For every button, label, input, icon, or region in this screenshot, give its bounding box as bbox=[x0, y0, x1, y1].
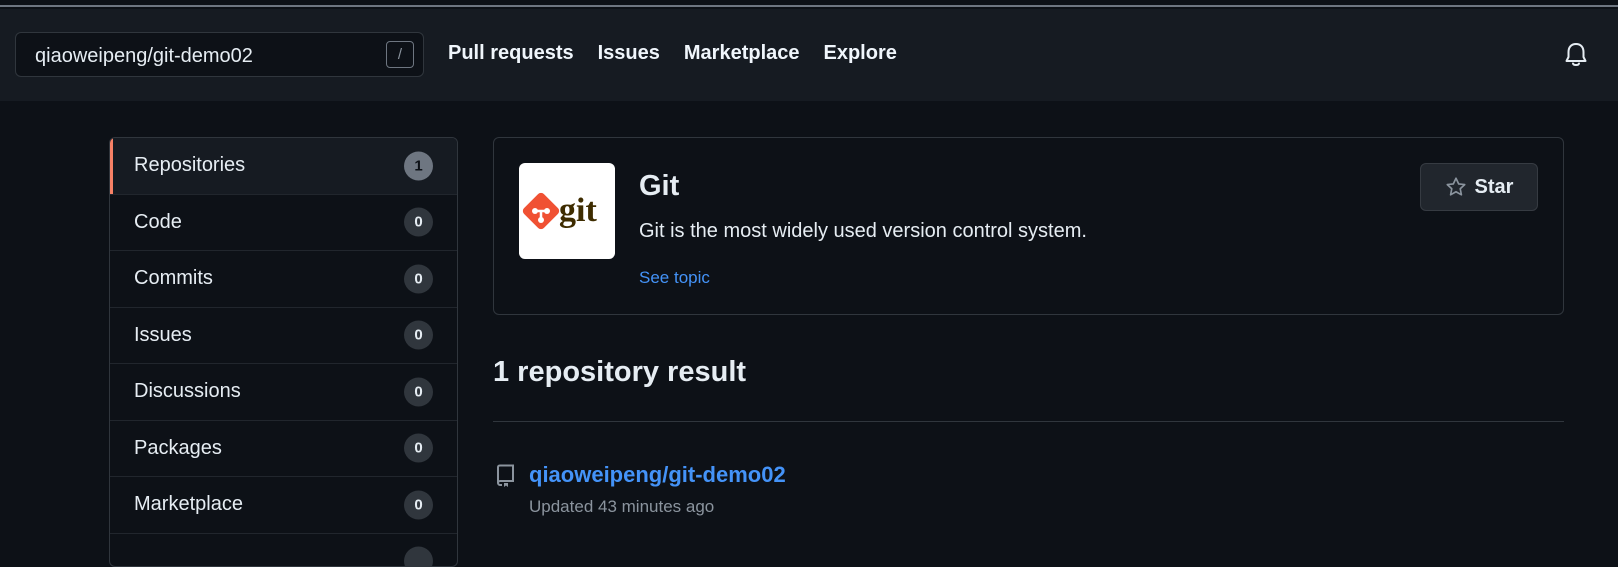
filter-marketplace[interactable]: Marketplace 0 bbox=[110, 477, 457, 534]
filter-label: Discussions bbox=[134, 380, 241, 403]
git-logo-icon: git bbox=[519, 163, 615, 259]
filter-label: Repositories bbox=[134, 154, 245, 177]
filter-count: 1 bbox=[404, 151, 433, 180]
star-label: Star bbox=[1475, 176, 1514, 199]
filter-count: 0 bbox=[404, 208, 433, 237]
nav-issues[interactable]: Issues bbox=[598, 42, 660, 65]
see-topic-link[interactable]: See topic bbox=[639, 268, 710, 288]
filter-count: 0 bbox=[404, 377, 433, 406]
results-summary: 1 repository result bbox=[493, 356, 746, 389]
filter-repositories[interactable]: Repositories 1 bbox=[110, 138, 457, 195]
filter-label: Code bbox=[134, 211, 182, 234]
svg-text:git: git bbox=[559, 192, 597, 229]
results-divider bbox=[493, 421, 1564, 422]
star-icon bbox=[1445, 176, 1467, 198]
topic-card: git Git Git is the most widely used vers… bbox=[493, 137, 1564, 315]
topic-title: Git bbox=[639, 170, 679, 203]
repo-updated-time: Updated 43 minutes ago bbox=[529, 497, 714, 517]
star-button[interactable]: Star bbox=[1420, 163, 1538, 211]
nav-explore[interactable]: Explore bbox=[824, 42, 897, 65]
nav-pull-requests[interactable]: Pull requests bbox=[448, 42, 574, 65]
filter-issues[interactable]: Issues 0 bbox=[110, 308, 457, 365]
filter-discussions[interactable]: Discussions 0 bbox=[110, 364, 457, 421]
search-value[interactable]: qiaoweipeng/git-demo02 bbox=[35, 45, 253, 68]
global-nav: Pull requests Issues Marketplace Explore bbox=[448, 42, 897, 65]
search-input[interactable]: qiaoweipeng/git-demo02 / bbox=[15, 32, 424, 77]
filter-label: Packages bbox=[134, 437, 222, 460]
filter-code[interactable]: Code 0 bbox=[110, 195, 457, 252]
global-header: qiaoweipeng/git-demo02 / Pull requests I… bbox=[0, 9, 1618, 101]
filter-label: Issues bbox=[134, 324, 192, 347]
filter-commits[interactable]: Commits 0 bbox=[110, 251, 457, 308]
nav-marketplace[interactable]: Marketplace bbox=[684, 42, 800, 65]
filter-packages[interactable]: Packages 0 bbox=[110, 421, 457, 478]
filter-count: 0 bbox=[404, 321, 433, 350]
search-shortcut-key: / bbox=[386, 41, 414, 68]
search-filter-sidebar: Repositories 1 Code 0 Commits 0 Issues 0… bbox=[109, 137, 458, 567]
git-logo: git bbox=[519, 163, 615, 259]
filter-label: Commits bbox=[134, 267, 213, 290]
topic-description: Git is the most widely used version cont… bbox=[639, 220, 1087, 243]
repo-link[interactable]: qiaoweipeng/git-demo02 bbox=[529, 462, 786, 488]
filter-label: Marketplace bbox=[134, 493, 243, 516]
filter-more[interactable] bbox=[110, 534, 457, 567]
filter-count: 0 bbox=[404, 434, 433, 463]
bell-icon[interactable] bbox=[1564, 42, 1588, 68]
filter-count: 0 bbox=[404, 490, 433, 519]
repo-icon bbox=[494, 464, 516, 488]
window-top-border bbox=[0, 0, 1618, 7]
filter-count bbox=[404, 547, 433, 567]
filter-count: 0 bbox=[404, 264, 433, 293]
